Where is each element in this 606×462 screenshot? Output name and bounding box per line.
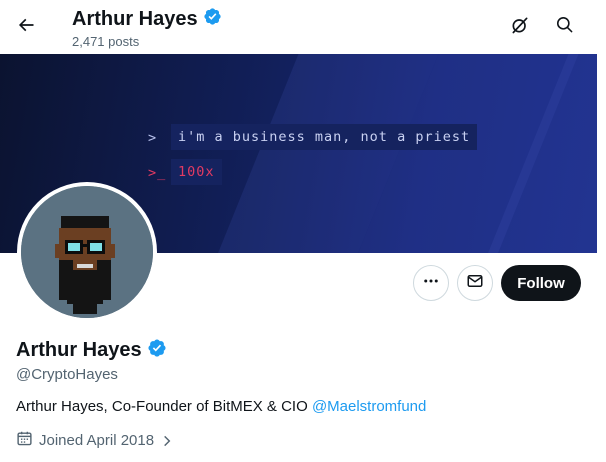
banner-quote: i'm a business man, not a priest: [171, 124, 478, 150]
terminal-prompt: >: [148, 130, 158, 146]
bio-mention-link[interactable]: @Maelstromfund: [312, 398, 426, 415]
banner-leverage: 100x: [171, 159, 222, 185]
display-name: Arthur Hayes: [16, 339, 142, 361]
search-button[interactable]: [546, 9, 582, 45]
calendar-icon: [16, 430, 33, 451]
avatar[interactable]: [17, 182, 157, 322]
message-button[interactable]: [457, 265, 493, 301]
profile-name-row: Arthur Hayes: [16, 338, 167, 363]
profile-header: Arthur Hayes 2,471 posts: [0, 0, 606, 54]
user-handle: @CryptoHayes: [16, 366, 118, 383]
header-name-row: Arthur Hayes: [72, 7, 222, 31]
pixel-avatar-image: [21, 186, 153, 318]
more-button[interactable]: [413, 265, 449, 301]
verified-badge-icon[interactable]: [147, 338, 167, 363]
header-title: Arthur Hayes: [72, 7, 198, 30]
back-button[interactable]: [8, 9, 44, 45]
posts-count: 2,471 posts: [72, 34, 140, 49]
joined-date-row: Joined April 2018: [16, 430, 174, 451]
bio-text: Arthur Hayes, Co-Founder of BitMEX & CIO: [16, 398, 312, 415]
grok-icon: [510, 15, 530, 40]
chevron-right-icon[interactable]: [160, 434, 174, 448]
search-icon: [555, 15, 574, 39]
follow-button[interactable]: Follow: [501, 265, 581, 301]
profile-bio: Arthur Hayes, Co-Founder of BitMEX & CIO…: [16, 398, 426, 415]
grok-button[interactable]: [502, 9, 538, 45]
joined-date: Joined April 2018: [39, 432, 155, 449]
scrollbar[interactable]: [597, 54, 606, 462]
verified-badge-icon: [203, 7, 222, 31]
arrow-left-icon: [16, 15, 36, 40]
terminal-prompt: >_: [148, 165, 167, 181]
envelope-icon: [466, 272, 484, 295]
more-horizontal-icon: [422, 272, 440, 295]
